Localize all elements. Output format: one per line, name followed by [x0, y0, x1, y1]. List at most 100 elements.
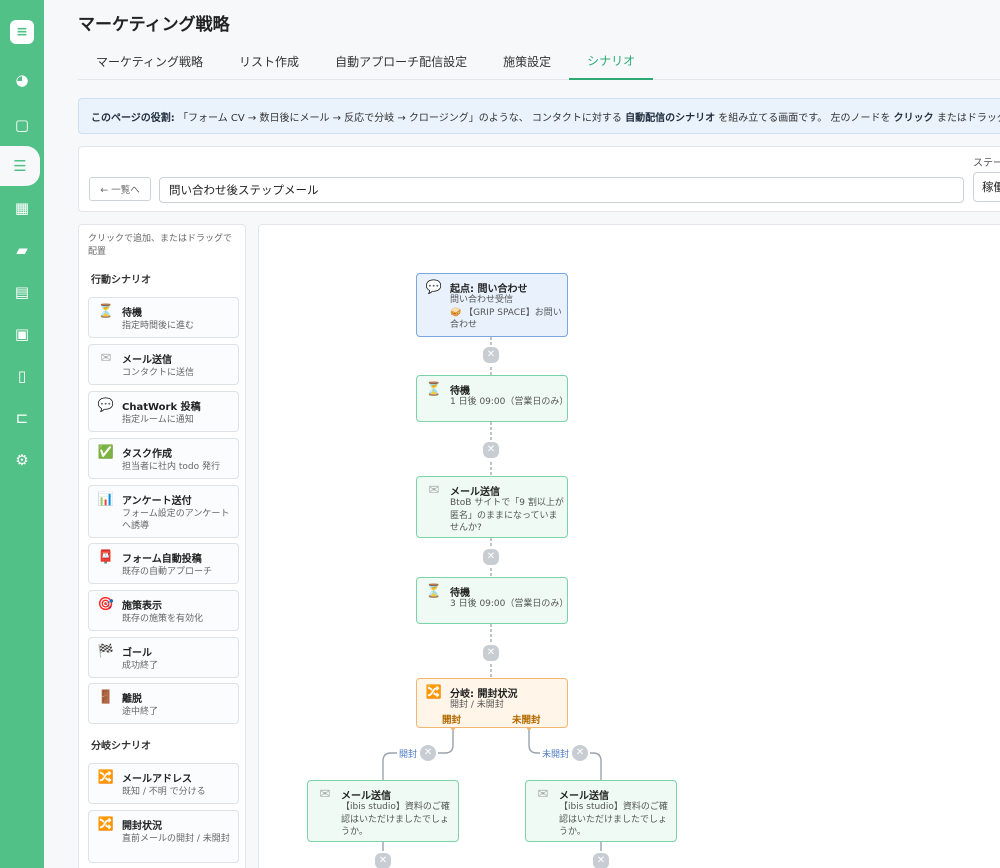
- scenario-toolbar: ← 一覧へ ステータス 稼働中: [78, 146, 1000, 212]
- speech-bubble-icon: 💬: [425, 280, 443, 295]
- edge-label-unopened: 未開封 ✕: [540, 745, 591, 761]
- calendar-icon[interactable]: ▣: [0, 317, 44, 351]
- shuffle-icon: 🔀: [97, 817, 115, 832]
- palette-item-desc: 既存の自動アプローチ: [122, 567, 213, 577]
- node-form-name: 🥪 【GRIP SPACE】お問い合わせ: [450, 307, 562, 331]
- flow-node-start[interactable]: 💬 起点: 問い合わせ 問い合わせ受信 🥪 【GRIP SPACE】お問い合わせ: [416, 273, 568, 337]
- bar-chart-icon: 📊: [97, 492, 115, 507]
- palette-item-desc: 途中終了: [122, 707, 159, 717]
- palette-item-measure[interactable]: 🎯 施策表示 既存の施策を有効化: [88, 590, 239, 631]
- delete-edge-button[interactable]: ✕: [591, 851, 611, 868]
- palette-section-action: 行動シナリオ: [91, 275, 151, 286]
- branch-port-unopened[interactable]: 未開封: [512, 712, 541, 726]
- checklist-icon[interactable]: ☰: [0, 146, 40, 186]
- envelope-icon: ✉: [319, 787, 331, 802]
- palette-item-form-post[interactable]: 📮 フォーム自動投稿 既存の自動アプローチ: [88, 543, 239, 584]
- node-body: BtoB サイトで「9 割以上が匿名」のままになっていませんか?: [450, 498, 564, 533]
- sidebar: ≡ ◕ ▢ ☰ ▦ ▰ ▤ ▣ ▯ ⊏ ⚙: [0, 0, 44, 868]
- delete-edge-button[interactable]: ✕: [373, 851, 393, 868]
- checkered-flag-icon: 🏁: [97, 644, 115, 659]
- node-title: メール送信: [450, 487, 500, 498]
- palette-item-goal[interactable]: 🏁 ゴール 成功終了: [88, 637, 239, 678]
- shuffle-icon: 🔀: [425, 685, 443, 700]
- delete-edge-button[interactable]: ✕: [481, 345, 501, 365]
- status-label: ステータス: [973, 158, 1000, 169]
- folder-icon[interactable]: ▰: [0, 233, 44, 267]
- node-body: 問い合わせ受信 🥪 【GRIP SPACE】お問い合わせ: [450, 294, 566, 332]
- node-palette: クリックで追加、またはドラッグで配置 行動シナリオ ⏳ 待機 指定時間後に進む …: [78, 224, 246, 868]
- delete-edge-button[interactable]: ✕: [481, 643, 501, 663]
- palette-item-desc: 直前メールの開封 / 未開封: [122, 834, 230, 844]
- flow-node-wait-1[interactable]: ⏳ 待機 1 日後 09:00（営業日のみ）: [416, 375, 568, 422]
- node-body: 【ibis studio】資料のご確認はいただけましたでしょうか。: [341, 802, 450, 837]
- flow-node-email-unopened[interactable]: ✉ メール送信 【ibis studio】資料のご確認はいただけましたでしょうか…: [525, 780, 677, 842]
- tab-auto-approach[interactable]: 自動アプローチ配信設定: [317, 42, 485, 80]
- scenario-name-input[interactable]: [159, 177, 964, 203]
- edge-label-opened: 開封 ✕: [397, 745, 439, 761]
- dashboard-icon[interactable]: ◕: [0, 63, 44, 97]
- palette-item-desc: フォーム設定のアンケートへ誘導: [122, 509, 230, 531]
- gear-icon[interactable]: ⚙: [0, 443, 44, 477]
- flow-node-branch-open[interactable]: 🔀 分岐: 開封状況 開封 / 未開封 開封 未開封: [416, 678, 568, 728]
- hourglass-icon: ⏳: [97, 304, 115, 319]
- scenario-canvas[interactable]: 💬 起点: 問い合わせ 問い合わせ受信 🥪 【GRIP SPACE】お問い合わせ…: [258, 224, 1000, 868]
- document-icon[interactable]: ▯: [0, 359, 44, 393]
- palette-item-title: メールアドレス: [122, 774, 192, 785]
- palette-item-title: ゴール: [122, 648, 152, 659]
- node-body: 【ibis studio】資料のご確認はいただけましたでしょうか。: [559, 802, 668, 837]
- status-select[interactable]: 稼働中: [973, 172, 1000, 202]
- node-body: 1 日後 09:00（営業日のみ）: [450, 397, 569, 407]
- target-icon: 🎯: [97, 597, 115, 612]
- banner-text: 「フォーム CV → 数日後にメール → 反応で分岐 → クロージング」のような…: [178, 112, 622, 124]
- delete-edge-button[interactable]: ✕: [481, 440, 501, 460]
- edge-label-text: 未開封: [542, 749, 570, 760]
- postbox-icon: 📮: [97, 550, 115, 565]
- tab-scenario[interactable]: シナリオ: [569, 42, 654, 80]
- banner-text: を組み立てる画面です。 左のノードを: [718, 112, 891, 124]
- palette-item-chatwork[interactable]: 💬 ChatWork 投稿 指定ルームに通知: [88, 391, 239, 432]
- palette-item-task[interactable]: ✅ タスク作成 担当者に社内 todo 発行: [88, 438, 239, 479]
- flow-node-email-opened[interactable]: ✉ メール送信 【ibis studio】資料のご確認はいただけましたでしょうか…: [307, 780, 459, 842]
- delete-edge-button[interactable]: ✕: [572, 745, 589, 761]
- building-icon[interactable]: ▦: [0, 191, 44, 225]
- door-icon: 🚪: [97, 690, 115, 705]
- palette-item-email[interactable]: ✉ メール送信 コンタクトに送信: [88, 344, 239, 385]
- node-body: 3 日後 09:00（営業日のみ）: [450, 599, 569, 609]
- hourglass-icon: ⏳: [425, 584, 443, 599]
- banner-emphasis: 自動配信のシナリオ: [625, 112, 716, 124]
- palette-item-open-branch[interactable]: 🔀 開封状況 直前メールの開封 / 未開封: [88, 810, 239, 863]
- palette-item-desc: 既存の施策を有効化: [122, 614, 204, 624]
- menu-icon[interactable]: ≡: [0, 15, 44, 49]
- node-title: 待機: [450, 386, 470, 397]
- palette-item-desc: 既知 / 不明 で分ける: [122, 787, 206, 797]
- flow-node-email-1[interactable]: ✉ メール送信 BtoB サイトで「9 割以上が匿名」のままになっていませんか?: [416, 476, 568, 538]
- info-banner: このページの役割: 「フォーム CV → 数日後にメール → 反応で分岐 → ク…: [78, 98, 1000, 134]
- flow-node-wait-2[interactable]: ⏳ 待機 3 日後 09:00（営業日のみ）: [416, 577, 568, 624]
- hierarchy-icon[interactable]: ⊏: [0, 401, 44, 435]
- palette-item-title: フォーム自動投稿: [122, 554, 202, 565]
- palette-item-desc: 指定時間後に進む: [122, 321, 195, 331]
- delete-edge-button[interactable]: ✕: [481, 547, 501, 567]
- node-title: メール送信: [559, 791, 609, 802]
- delete-edge-button[interactable]: ✕: [420, 745, 437, 761]
- branch-port-opened[interactable]: 開封: [442, 712, 461, 726]
- tab-list-creation[interactable]: リスト作成: [221, 42, 317, 80]
- palette-item-title: ChatWork 投稿: [122, 402, 201, 413]
- node-trigger: 問い合わせ受信: [450, 295, 514, 305]
- tab-measures[interactable]: 施策設定: [485, 42, 569, 80]
- banner-text: またはドラッグでキャンパ: [936, 112, 1000, 124]
- palette-item-desc: 指定ルームに通知: [122, 415, 194, 425]
- palette-item-survey[interactable]: 📊 アンケート送付 フォーム設定のアンケートへ誘導: [88, 485, 239, 538]
- back-to-list-button[interactable]: ← 一覧へ: [89, 177, 151, 201]
- palette-item-desc: コンタクトに送信: [122, 368, 195, 378]
- palette-item-wait[interactable]: ⏳ 待機 指定時間後に進む: [88, 297, 239, 338]
- shuffle-icon: 🔀: [97, 770, 115, 785]
- tab-marketing-strategy[interactable]: マーケティング戦略: [78, 42, 221, 80]
- clipboard-icon[interactable]: ▢: [0, 108, 44, 142]
- palette-item-exit[interactable]: 🚪 離脱 途中終了: [88, 683, 239, 724]
- palette-item-title: 開封状況: [122, 821, 162, 832]
- palette-item-title: アンケート送付: [122, 496, 192, 507]
- palette-item-email-branch[interactable]: 🔀 メールアドレス 既知 / 不明 で分ける: [88, 763, 239, 804]
- check-mark-icon: ✅: [97, 445, 115, 460]
- calculator-icon[interactable]: ▤: [0, 275, 44, 309]
